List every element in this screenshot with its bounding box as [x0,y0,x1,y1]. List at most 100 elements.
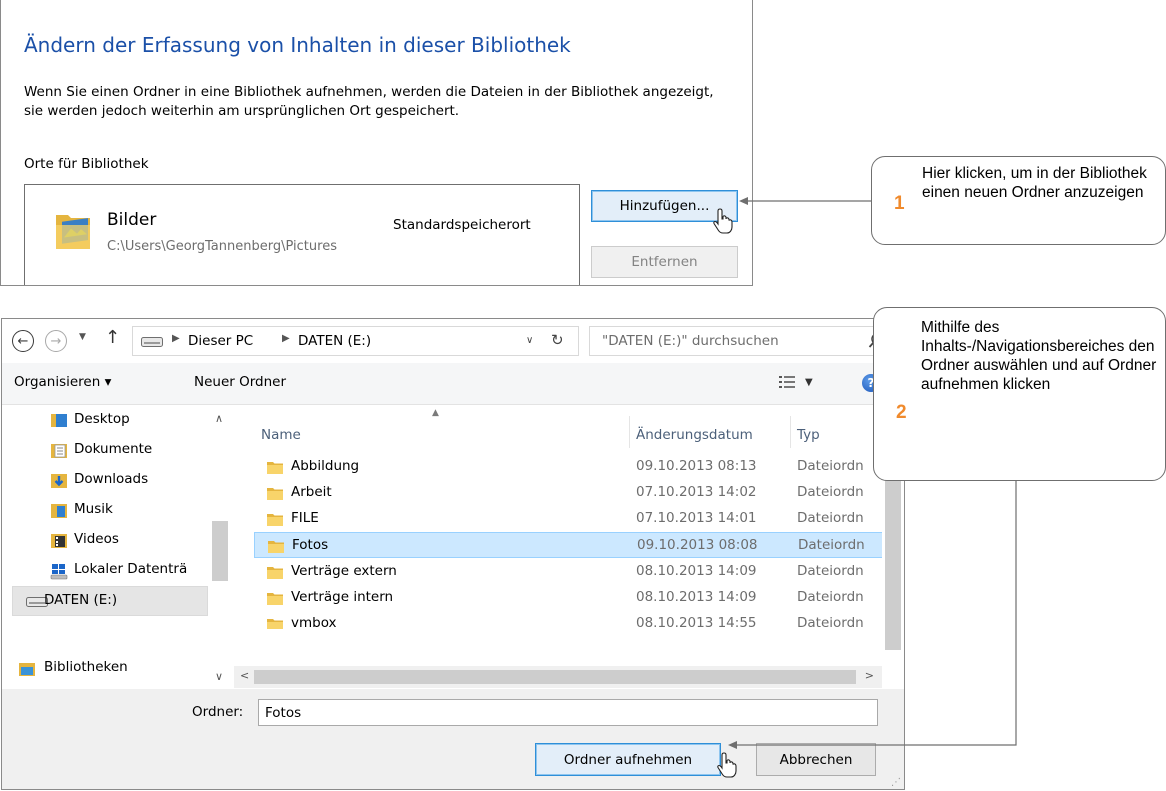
refresh-icon[interactable]: ↻ [551,331,564,349]
folder-icon [267,538,285,554]
sort-ascending-icon: ▲ [432,408,439,418]
file-list-horizontal-scrollbar[interactable]: < > [234,666,882,688]
nav-item-downloads[interactable]: Downloads [2,466,208,496]
cancel-button[interactable]: Abbrechen [756,743,876,776]
nav-item-label: Dokumente [74,441,153,457]
view-details-icon[interactable] [779,375,795,389]
folder-input[interactable] [258,699,878,726]
address-bar[interactable]: ▶ Dieser PC ▶ DATEN (E:) ∨ ↻ [132,326,579,356]
nav-item-label: Videos [74,531,119,547]
folder-icon [266,485,284,501]
recent-locations-icon[interactable]: ▼ [79,332,86,342]
file-date: 08.10.2013 14:09 [636,589,757,605]
address-row: ← → ▼ ↑ ▶ Dieser PC ▶ DATEN (E:) ∨ ↻ "DA… [2,319,904,363]
column-header-date[interactable]: Änderungsdatum [636,427,753,443]
file-list-pane: ▲ Name Änderungsdatum Typ Abbildung 09.1… [234,406,904,689]
resize-grip-icon[interactable]: ⋰ [891,777,901,788]
file-date: 08.10.2013 14:55 [636,615,757,629]
nav-item-label: Bibliotheken [44,659,128,675]
documents-icon [51,444,67,458]
folder-icon [266,590,284,606]
scroll-up-icon[interactable]: ∧ [215,412,223,425]
nav-item-desktop[interactable]: Desktop [2,406,208,436]
column-divider[interactable] [790,416,791,448]
command-toolbar: Organisieren ▾ Neuer Ordner ▼ ? [2,363,904,405]
scroll-left-icon[interactable]: < [240,669,249,682]
local-disk-icon [50,564,68,580]
up-arrow-icon[interactable]: ↑ [105,327,120,348]
file-date: 09.10.2013 08:13 [636,458,757,474]
file-row[interactable]: FILE 07.10.2013 14:01 Dateiordn [254,506,884,532]
file-row[interactable]: Verträge extern 08.10.2013 14:09 Dateior… [254,559,884,585]
videos-icon [51,534,67,548]
organize-menu[interactable]: Organisieren ▾ [14,374,111,390]
library-locations-dialog: Ändern der Erfassung von Inhalten in die… [0,0,753,286]
file-type: Dateiordn [797,484,864,500]
file-type: Dateiordn [797,615,864,629]
column-header-name[interactable]: Name [261,427,301,443]
nav-item-music[interactable]: Musik [2,496,208,526]
file-row[interactable]: Verträge intern 08.10.2013 14:09 Dateior… [254,585,884,611]
file-date: 09.10.2013 08:08 [637,537,758,553]
file-date: 08.10.2013 14:09 [636,563,757,579]
nav-item-videos[interactable]: Videos [2,526,208,556]
column-header-type[interactable]: Typ [797,427,820,443]
nav-item-local-disk[interactable]: Lokaler Datenträ [2,556,208,586]
dialog-title: Ändern der Erfassung von Inhalten in die… [24,33,571,57]
breadcrumb-this-pc[interactable]: Dieser PC [188,333,253,349]
breadcrumb-drive[interactable]: DATEN (E:) [298,333,371,349]
forward-icon[interactable]: → [45,330,67,352]
folder-field-label: Ordner: [192,704,244,720]
library-location-name: Bilder [107,210,157,230]
callout-text: Mithilfe des Inhalts-/Navigationsbereich… [921,319,1157,393]
callout-text: Hier klicken, um in der Bibliothek einen… [922,165,1147,201]
mouse-pointer-icon [712,207,734,235]
view-options-chevron-icon[interactable]: ▼ [805,377,813,388]
file-name: Fotos [292,537,329,553]
pictures-folder-icon [56,215,90,249]
navigation-pane: Desktop Dokumente Downloads Musik Videos… [2,406,234,689]
search-input[interactable]: "DATEN (E:)" durchsuchen [589,326,893,356]
file-type: Dateiordn [798,537,865,553]
library-places-label: Orte für Bibliothek [24,156,149,172]
navigation-scrollbar[interactable]: ∧ ∨ [210,406,230,689]
scroll-right-icon[interactable]: > [865,669,874,682]
nav-item-libraries[interactable]: Bibliotheken [2,654,208,684]
file-type: Dateiordn [797,589,864,605]
folder-icon [266,511,284,527]
file-name: FILE [291,510,319,526]
chevron-down-icon[interactable]: ∨ [526,335,533,346]
scroll-down-icon[interactable]: ∨ [215,670,223,683]
scrollbar-thumb[interactable] [212,521,228,581]
scrollbar-thumb[interactable] [254,670,856,684]
breadcrumb-separator-icon: ▶ [282,333,290,344]
file-type: Dateiordn [797,563,864,579]
desktop-icon [51,414,67,427]
folder-icon [266,459,284,475]
drive-icon [141,337,163,347]
file-name: Verträge extern [291,563,397,579]
file-type: Dateiordn [797,510,864,526]
nav-item-data-drive[interactable]: DATEN (E:) [12,586,208,616]
callout-number: 2 [896,402,907,423]
file-row-selected[interactable]: Fotos 09.10.2013 08:08 Dateiordn [254,532,884,558]
file-row[interactable]: vmbox 08.10.2013 14:55 Dateiordn [254,611,884,629]
include-folder-button[interactable]: Ordner aufnehmen [535,743,721,776]
folder-icon [266,564,284,580]
mouse-pointer-icon [716,751,738,779]
dialog-footer: Ordner: Ordner aufnehmen Abbrechen ⋰ [2,689,904,789]
file-row[interactable]: Abbildung 09.10.2013 08:13 Dateiordn [254,454,884,480]
file-row[interactable]: Arbeit 07.10.2013 14:02 Dateiordn [254,480,884,506]
back-icon[interactable]: ← [12,330,34,352]
file-date: 07.10.2013 14:02 [636,484,757,500]
column-divider[interactable] [629,416,630,448]
nav-item-label: Desktop [74,411,130,427]
new-folder-button[interactable]: Neuer Ordner [194,374,286,390]
column-header-row: ▲ Name Änderungsdatum Typ [234,406,904,448]
breadcrumb-separator-icon: ▶ [172,333,180,344]
library-locations-list: Bilder C:\Users\GeorgTannenberg\Pictures… [24,184,580,285]
nav-item-documents[interactable]: Dokumente [2,436,208,466]
callout-1: 1 Hier klicken, um in der Bibliothek ein… [871,156,1166,245]
include-folder-dialog: ← → ▼ ↑ ▶ Dieser PC ▶ DATEN (E:) ∨ ↻ "DA… [1,318,905,790]
remove-button[interactable]: Entfernen [591,246,738,278]
